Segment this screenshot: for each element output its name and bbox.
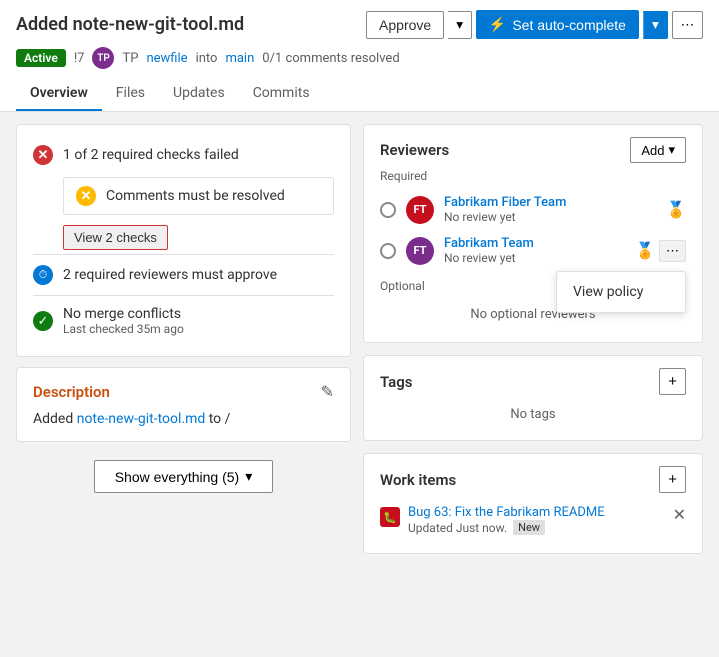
- work-items-section: Work items + 🐛 Bug 63: Fix the Fabrikam …: [363, 453, 703, 554]
- view-checks-button[interactable]: View 2 checks: [63, 225, 168, 250]
- checks-card: ✕ 1 of 2 required checks failed ✕ Commen…: [16, 124, 351, 357]
- description-title: Description: [33, 383, 110, 401]
- tags-section: Tags + No tags: [363, 355, 703, 441]
- warning-icon: ✕: [76, 186, 96, 206]
- edit-icon[interactable]: ✎: [321, 382, 334, 401]
- list-item: 🐛 Bug 63: Fix the Fabrikam README Update…: [380, 499, 686, 541]
- reviewer-info-1: Fabrikam Fiber Team No review yet: [444, 195, 656, 224]
- reviewer-actions-1: 🏅: [666, 200, 686, 219]
- autocomplete-chevron-button[interactable]: ▾: [643, 11, 668, 39]
- list-item: FT Fabrikam Team No review yet 🏅 ⋯ View …: [380, 230, 686, 271]
- autocomplete-icon: ⚡: [489, 16, 506, 33]
- required-label: Required: [380, 169, 686, 183]
- tab-overview[interactable]: Overview: [16, 77, 102, 111]
- header-actions: Approve ▾ ⚡ Set auto-complete ▾ ⋯: [366, 10, 703, 39]
- description-content: Added note-new-git-tool.md to /: [33, 411, 334, 427]
- description-card: Description ✎ Added note-new-git-tool.md…: [16, 367, 351, 442]
- branch-from[interactable]: newfile: [146, 51, 187, 66]
- reviewers-section: Reviewers Add ▾ Required FT Fabrikam Fib…: [363, 124, 703, 343]
- reviewers-label: 2 required reviewers must approve: [63, 267, 277, 283]
- approve-button[interactable]: Approve: [366, 11, 444, 39]
- author-label: TP: [122, 51, 138, 66]
- approve-chevron-button[interactable]: ▾: [448, 11, 472, 39]
- policy-icon-1[interactable]: 🏅: [666, 200, 686, 219]
- chevron-down-icon: ▾: [245, 468, 252, 485]
- avatar: FT: [406, 196, 434, 224]
- work-item-meta: Updated Just now. New: [408, 520, 605, 535]
- reviewer-radio-2: [380, 243, 396, 259]
- branch-to[interactable]: main: [225, 51, 254, 66]
- work-item-title[interactable]: Bug 63: Fix the Fabrikam README: [408, 505, 605, 520]
- policy-icon-2[interactable]: 🏅: [635, 241, 655, 260]
- tab-files[interactable]: Files: [102, 77, 159, 111]
- reviewer-radio-1: [380, 202, 396, 218]
- close-work-item-button[interactable]: ✕: [673, 505, 686, 524]
- pr-number: !7: [74, 51, 85, 66]
- add-tag-button[interactable]: +: [659, 368, 686, 395]
- into-label: into: [196, 51, 218, 66]
- work-items-title: Work items: [380, 471, 456, 489]
- view-policy-menu-item[interactable]: View policy: [557, 276, 685, 308]
- show-everything-button[interactable]: Show everything (5) ▾: [94, 460, 274, 493]
- avatar: TP: [92, 47, 114, 69]
- reviewer-actions-2: 🏅 ⋯: [635, 240, 686, 262]
- pr-title: Added note-new-git-tool.md: [16, 14, 244, 35]
- show-everything-label: Show everything (5): [115, 469, 240, 485]
- add-work-item-button[interactable]: +: [659, 466, 686, 493]
- reviewer-status-1: No review yet: [444, 210, 656, 224]
- list-item: FT Fabrikam Fiber Team No review yet 🏅: [380, 189, 686, 230]
- comments-check-box: ✕ Comments must be resolved: [63, 177, 334, 215]
- reviewers-title: Reviewers: [380, 141, 449, 159]
- add-chevron-icon: ▾: [668, 142, 675, 158]
- tab-bar: Overview Files Updates Commits: [16, 77, 703, 111]
- tab-commits[interactable]: Commits: [239, 77, 324, 111]
- comments-label: Comments must be resolved: [106, 188, 285, 204]
- avatar: FT: [406, 237, 434, 265]
- reviewers-add-label: Add: [641, 143, 664, 158]
- show-everything-wrap: Show everything (5) ▾: [16, 452, 351, 501]
- reviewer-name-1[interactable]: Fabrikam Fiber Team: [444, 195, 656, 210]
- checks-summary: 1 of 2 required checks failed: [63, 147, 239, 163]
- tab-updates[interactable]: Updates: [159, 77, 239, 111]
- add-reviewer-button[interactable]: Add ▾: [630, 137, 686, 163]
- main-content: ✕ 1 of 2 required checks failed ✕ Commen…: [0, 112, 719, 566]
- more-options-button[interactable]: ⋯: [672, 11, 703, 39]
- bug-icon: 🐛: [380, 507, 400, 527]
- work-item-left: 🐛 Bug 63: Fix the Fabrikam README Update…: [380, 505, 605, 535]
- tags-title: Tags: [380, 373, 413, 391]
- pr-header: Added note-new-git-tool.md Approve ▾ ⚡ S…: [0, 0, 719, 112]
- success-icon: ✓: [33, 311, 53, 331]
- reviewer-info-2: Fabrikam Team No review yet: [444, 236, 625, 265]
- file-link[interactable]: note-new-git-tool.md: [77, 411, 206, 427]
- right-panel: Reviewers Add ▾ Required FT Fabrikam Fib…: [363, 124, 703, 554]
- more-options-button-2[interactable]: ⋯: [659, 240, 686, 262]
- left-panel: ✕ 1 of 2 required checks failed ✕ Commen…: [16, 124, 351, 554]
- reviewer-name-2[interactable]: Fabrikam Team: [444, 236, 625, 251]
- last-checked-label: Last checked 35m ago: [63, 322, 184, 336]
- no-conflicts-label: No merge conflicts: [63, 306, 184, 322]
- work-item-updated: Updated Just now.: [408, 521, 507, 535]
- context-menu: View policy: [556, 271, 686, 313]
- no-tags-label: No tags: [380, 401, 686, 428]
- error-icon: ✕: [33, 145, 53, 165]
- work-item-status-badge: New: [513, 520, 545, 535]
- autocomplete-button[interactable]: ⚡ Set auto-complete: [476, 10, 639, 39]
- reviewer-status-2: No review yet: [444, 251, 625, 265]
- clock-icon: ⏱: [33, 265, 53, 285]
- pr-meta: Active !7 TP TP newfile into main 0/1 co…: [16, 47, 703, 69]
- work-item-info: Bug 63: Fix the Fabrikam README Updated …: [408, 505, 605, 535]
- comments-resolved: 0/1 comments resolved: [262, 51, 399, 66]
- status-badge: Active: [16, 49, 66, 67]
